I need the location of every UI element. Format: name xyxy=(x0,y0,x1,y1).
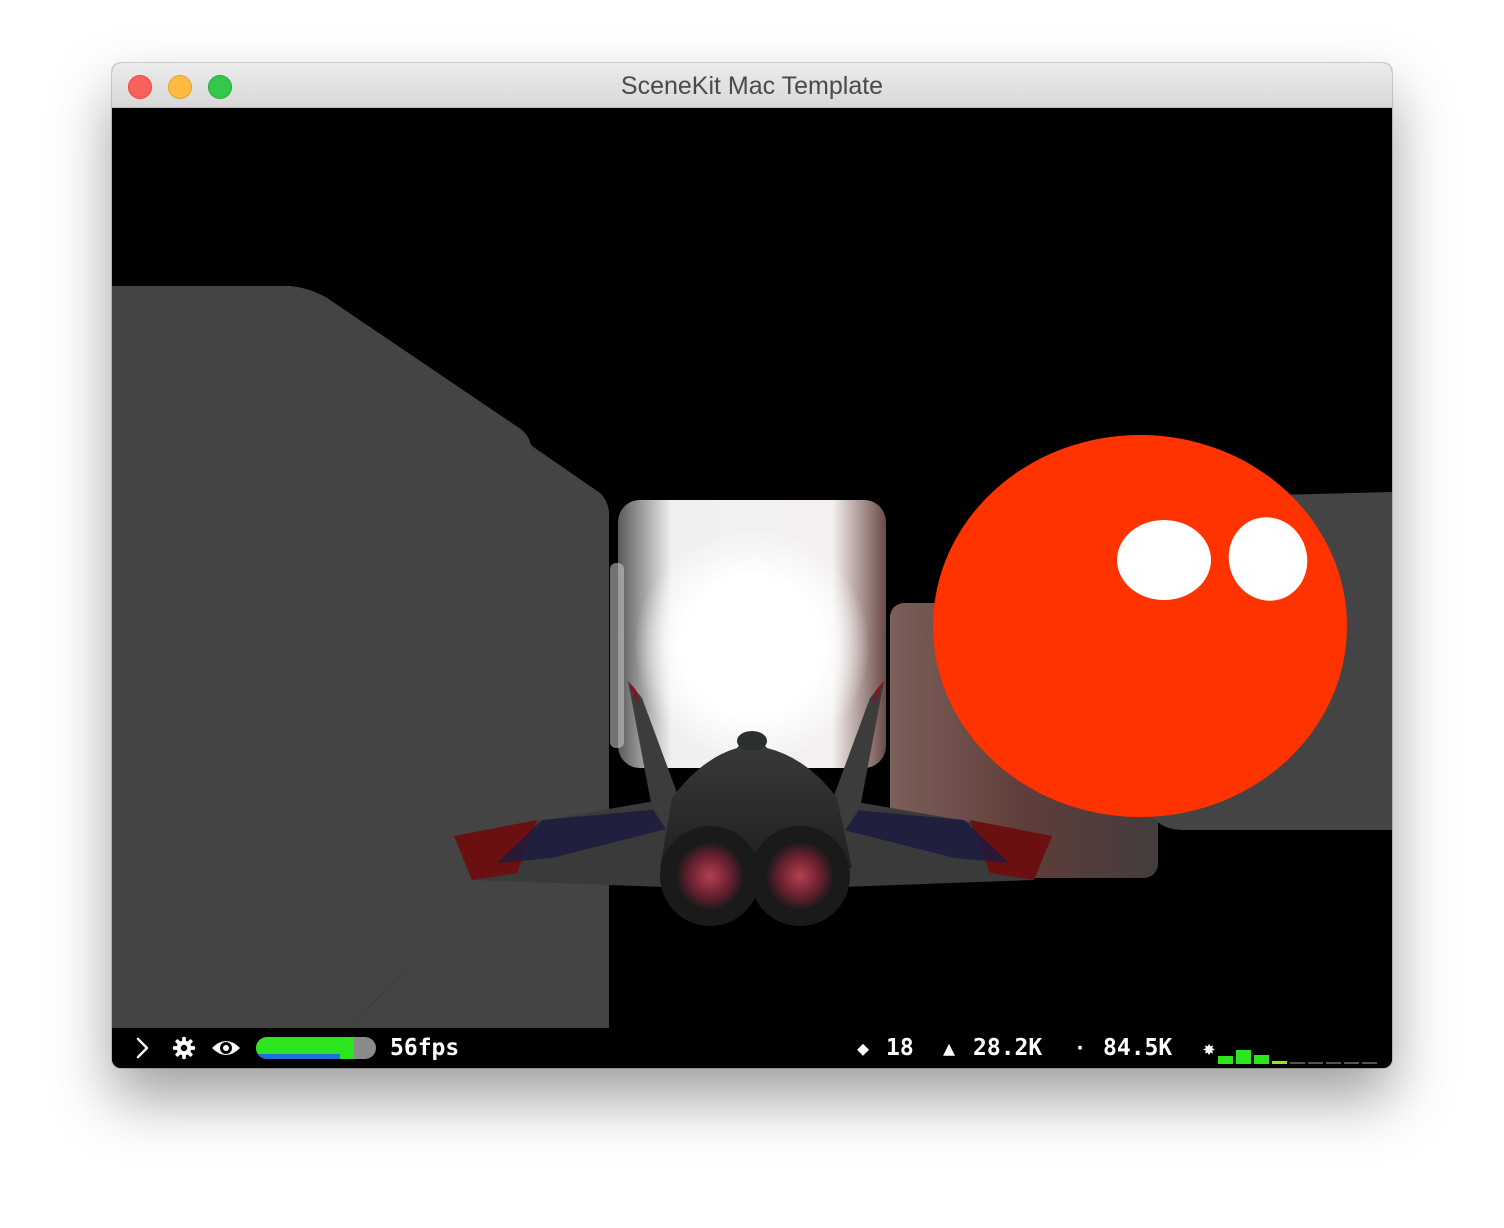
app-window: SceneKit Mac Template 56fps ◆ 18 ▲ 28.2K… xyxy=(112,63,1392,1068)
eye-icon[interactable] xyxy=(210,1036,242,1060)
title-bar[interactable]: SceneKit Mac Template xyxy=(112,63,1392,108)
close-button[interactable] xyxy=(128,75,152,99)
burst-icon: ✸ xyxy=(1203,1036,1216,1060)
glow-core xyxy=(634,528,870,764)
window-title: SceneKit Mac Template xyxy=(620,72,884,100)
vertex-count: 84.5K xyxy=(1103,1035,1173,1061)
triangle-icon: ▲ xyxy=(943,1036,956,1060)
gear-icon[interactable] xyxy=(171,1036,197,1060)
dot-icon: · xyxy=(1074,1036,1087,1060)
fps-meter-cpu xyxy=(256,1054,340,1059)
diamond-icon: ◆ xyxy=(857,1036,870,1060)
fps-meter xyxy=(256,1037,376,1059)
chevron-right-icon[interactable] xyxy=(134,1036,152,1060)
fps-label: 56fps xyxy=(390,1035,460,1061)
sphere-highlight-left xyxy=(1117,520,1211,600)
node-count: 18 xyxy=(886,1035,914,1061)
scene-view[interactable] xyxy=(112,108,1392,1028)
minimize-button[interactable] xyxy=(168,75,192,99)
performance-graph xyxy=(1218,1050,1377,1064)
statistics-bar: 56fps ◆ 18 ▲ 28.2K · 84.5K ✸ xyxy=(112,1028,1392,1068)
triangle-count: 28.2K xyxy=(973,1035,1043,1061)
zoom-button[interactable] xyxy=(208,75,232,99)
red-sphere xyxy=(933,435,1347,817)
